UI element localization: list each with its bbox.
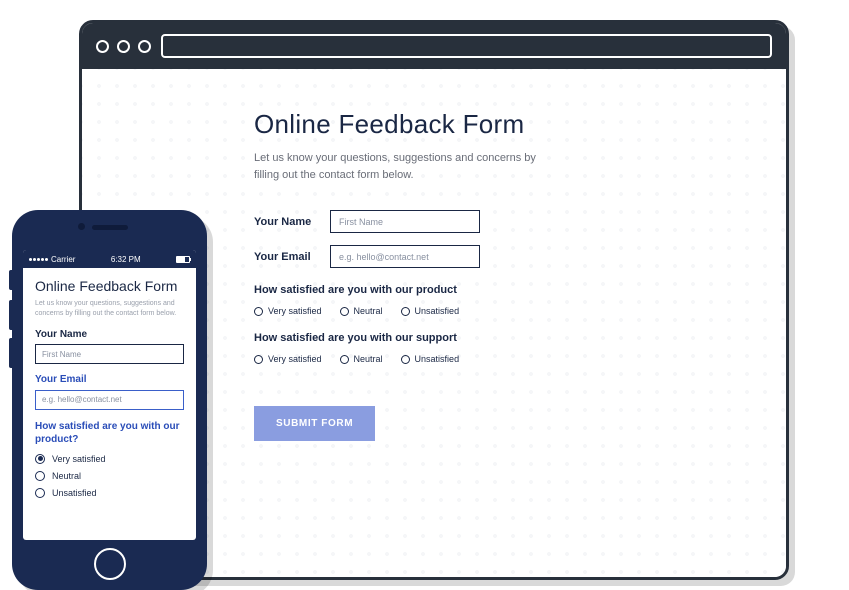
radio-neutral[interactable]: Neutral bbox=[340, 354, 383, 364]
window-dot-icon[interactable] bbox=[96, 40, 109, 53]
window-dot-icon[interactable] bbox=[138, 40, 151, 53]
mobile-radio-unsatisfied[interactable]: Unsatisfied bbox=[35, 488, 184, 498]
radio-label: Neutral bbox=[354, 306, 383, 316]
radio-label: Very satisfied bbox=[268, 354, 322, 364]
radio-label: Neutral bbox=[354, 354, 383, 364]
radio-unsatisfied[interactable]: Unsatisfied bbox=[401, 306, 460, 316]
name-field-row: Your Name bbox=[254, 210, 786, 233]
question-product-label: How satisfied are you with our product bbox=[254, 284, 786, 296]
radio-label: Very satisfied bbox=[268, 306, 322, 316]
radio-icon bbox=[340, 355, 349, 364]
radio-icon bbox=[401, 307, 410, 316]
mobile-name-label: Your Name bbox=[35, 329, 184, 340]
radio-row-support: Very satisfied Neutral Unsatisfied bbox=[254, 354, 786, 364]
radio-icon bbox=[254, 355, 263, 364]
name-input[interactable] bbox=[330, 210, 480, 233]
radio-neutral[interactable]: Neutral bbox=[340, 306, 383, 316]
question-support-label: How satisfied are you with our support bbox=[254, 332, 786, 344]
phone-screen: Carrier 6:32 PM Online Feedback Form Let… bbox=[23, 250, 196, 540]
radio-row-product: Very satisfied Neutral Unsatisfied bbox=[254, 306, 786, 316]
question-product: How satisfied are you with our product V… bbox=[254, 284, 786, 316]
radio-label: Unsatisfied bbox=[415, 306, 460, 316]
question-support: How satisfied are you with our support V… bbox=[254, 332, 786, 364]
battery-icon bbox=[176, 256, 190, 263]
phone-side-button bbox=[9, 338, 12, 368]
mobile-email-label: Your Email bbox=[35, 374, 184, 385]
radio-icon bbox=[35, 471, 45, 481]
name-label: Your Name bbox=[254, 216, 316, 228]
email-input[interactable] bbox=[330, 245, 480, 268]
radio-icon bbox=[35, 454, 45, 464]
carrier-label: Carrier bbox=[51, 255, 75, 264]
radio-label: Unsatisfied bbox=[52, 488, 97, 498]
signal-icon bbox=[29, 258, 48, 261]
phone-side-button bbox=[9, 300, 12, 330]
radio-unsatisfied[interactable]: Unsatisfied bbox=[401, 354, 460, 364]
radio-very-satisfied[interactable]: Very satisfied bbox=[254, 354, 322, 364]
home-button-icon[interactable] bbox=[94, 548, 126, 580]
address-bar[interactable] bbox=[161, 34, 772, 58]
status-bar: Carrier 6:32 PM bbox=[23, 250, 196, 268]
radio-label: Very satisfied bbox=[52, 454, 106, 464]
email-field-row: Your Email bbox=[254, 245, 786, 268]
window-controls bbox=[96, 40, 151, 53]
mobile-subtitle: Let us know your questions, suggestions … bbox=[35, 299, 184, 319]
radio-label: Neutral bbox=[52, 471, 81, 481]
radio-icon bbox=[254, 307, 263, 316]
status-right bbox=[176, 256, 190, 263]
radio-icon bbox=[401, 355, 410, 364]
window-dot-icon[interactable] bbox=[117, 40, 130, 53]
status-time: 6:32 PM bbox=[111, 255, 141, 264]
mobile-question: How satisfied are you with our product? bbox=[35, 420, 184, 446]
mobile-radio-very-satisfied[interactable]: Very satisfied bbox=[35, 454, 184, 464]
status-left: Carrier bbox=[29, 255, 75, 264]
radio-icon bbox=[340, 307, 349, 316]
phone-device: Carrier 6:32 PM Online Feedback Form Let… bbox=[12, 210, 207, 590]
email-label: Your Email bbox=[254, 251, 316, 263]
browser-title-bar bbox=[82, 23, 786, 69]
form-title: Online Feedback Form bbox=[254, 109, 786, 140]
mobile-radio-neutral[interactable]: Neutral bbox=[35, 471, 184, 481]
form-subtitle: Let us know your questions, suggestions … bbox=[254, 150, 554, 184]
radio-very-satisfied[interactable]: Very satisfied bbox=[254, 306, 322, 316]
submit-button[interactable]: SUBMIT FORM bbox=[254, 406, 375, 441]
radio-icon bbox=[35, 488, 45, 498]
mobile-name-input[interactable] bbox=[35, 344, 184, 364]
mobile-title: Online Feedback Form bbox=[35, 278, 184, 294]
mobile-email-input[interactable] bbox=[35, 390, 184, 410]
phone-content: Online Feedback Form Let us know your qu… bbox=[23, 268, 196, 515]
radio-label: Unsatisfied bbox=[415, 354, 460, 364]
phone-side-button bbox=[9, 270, 12, 290]
